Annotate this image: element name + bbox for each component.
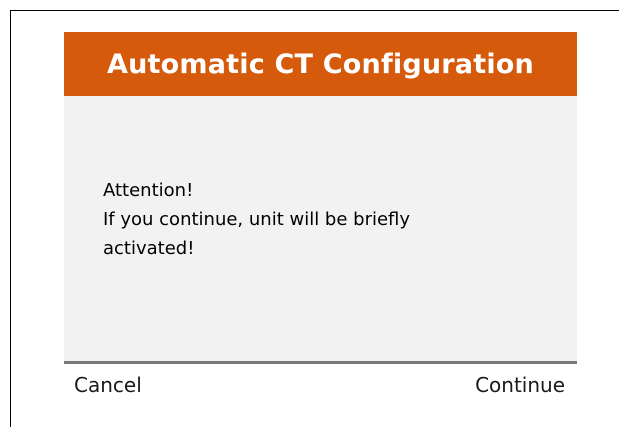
dialog-title: Automatic CT Configuration — [107, 48, 534, 80]
confirmation-dialog: Automatic CT Configuration Attention! If… — [64, 32, 577, 362]
message-heading: Attention! — [103, 180, 194, 201]
dialog-message: Attention! If you continue, unit will be… — [103, 176, 543, 263]
frame-top-border — [10, 10, 619, 11]
softkey-divider — [64, 361, 577, 364]
frame-left-border — [10, 10, 11, 427]
continue-button[interactable]: Continue — [475, 372, 565, 398]
cancel-button[interactable]: Cancel — [74, 372, 142, 398]
dialog-title-bar: Automatic CT Configuration — [64, 32, 577, 96]
message-line-1: If you continue, unit will be briefly — [103, 209, 411, 230]
message-line-2: activated! — [103, 238, 195, 259]
screen: Automatic CT Configuration Attention! If… — [0, 0, 619, 427]
